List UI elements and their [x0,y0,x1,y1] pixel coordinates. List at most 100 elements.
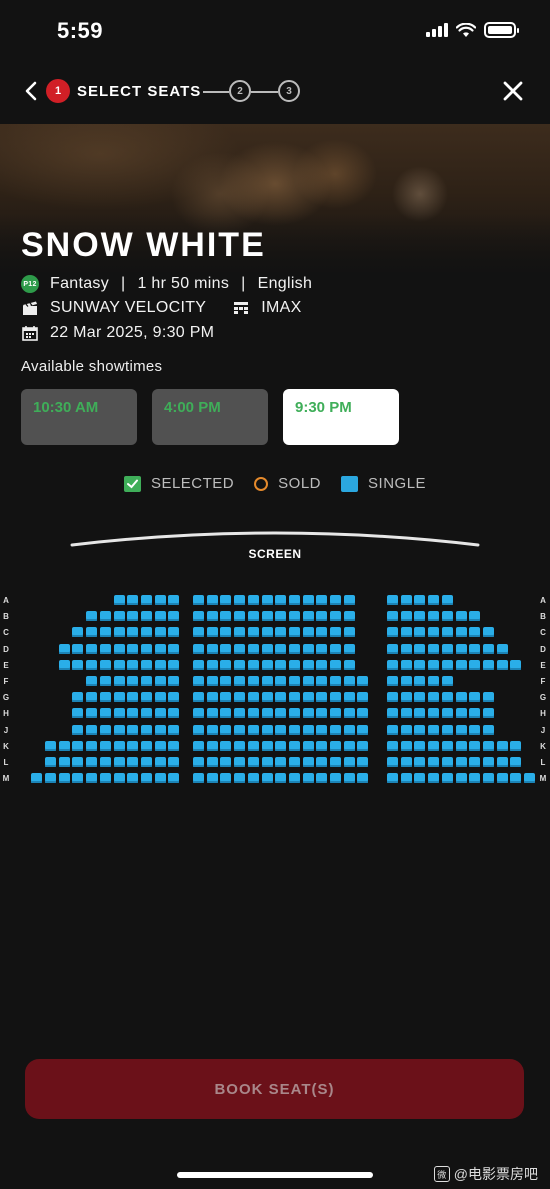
seat-D-left-3[interactable] [86,644,97,654]
seat-E-right-7[interactable] [469,660,480,670]
seat-D-right-5[interactable] [442,644,453,654]
seat-E-left-9[interactable] [168,660,179,670]
seat-J-right-4[interactable] [428,725,439,735]
seat-G-right-4[interactable] [428,692,439,702]
seat-D-right-1[interactable] [387,644,398,654]
seat-D-center-2[interactable] [207,644,218,654]
seat-E-right-2[interactable] [401,660,412,670]
seat-L-center-6[interactable] [262,757,273,767]
seat-G-right-7[interactable] [469,692,480,702]
seat-L-center-7[interactable] [275,757,286,767]
seat-E-center-9[interactable] [303,660,314,670]
seat-M-left-9[interactable] [141,773,152,783]
seat-H-center-3[interactable] [220,708,231,718]
seat-J-center-2[interactable] [207,725,218,735]
seat-K-left-8[interactable] [141,741,152,751]
seat-J-right-8[interactable] [483,725,494,735]
seat-C-center-4[interactable] [234,627,245,637]
seat-G-left-4[interactable] [114,692,125,702]
seat-A-center-8[interactable] [289,595,300,605]
seat-M-right-6[interactable] [456,773,467,783]
seat-J-center-11[interactable] [330,725,341,735]
seat-K-left-2[interactable] [59,741,70,751]
seat-B-right-2[interactable] [401,611,412,621]
seat-K-right-4[interactable] [428,741,439,751]
seat-J-center-5[interactable] [248,725,259,735]
seat-H-left-8[interactable] [168,708,179,718]
seat-M-center-10[interactable] [316,773,327,783]
seat-C-center-11[interactable] [330,627,341,637]
seat-C-center-9[interactable] [303,627,314,637]
seat-L-left-10[interactable] [168,757,179,767]
seat-M-left-7[interactable] [114,773,125,783]
seat-A-left-3[interactable] [141,595,152,605]
seat-E-right-3[interactable] [414,660,425,670]
seat-L-left-3[interactable] [72,757,83,767]
seat-G-left-8[interactable] [168,692,179,702]
seat-J-center-9[interactable] [303,725,314,735]
seat-L-right-8[interactable] [483,757,494,767]
seat-D-center-9[interactable] [303,644,314,654]
seat-B-left-2[interactable] [100,611,111,621]
seat-A-center-6[interactable] [262,595,273,605]
seat-E-left-7[interactable] [141,660,152,670]
seat-C-center-2[interactable] [207,627,218,637]
seat-F-center-2[interactable] [207,676,218,686]
seat-J-center-8[interactable] [289,725,300,735]
seat-D-right-7[interactable] [469,644,480,654]
seat-M-left-11[interactable] [168,773,179,783]
seat-A-center-10[interactable] [316,595,327,605]
seat-J-center-10[interactable] [316,725,327,735]
seat-L-left-6[interactable] [114,757,125,767]
seat-L-center-2[interactable] [207,757,218,767]
seat-D-right-4[interactable] [428,644,439,654]
seat-H-left-4[interactable] [114,708,125,718]
seat-C-left-8[interactable] [168,627,179,637]
seat-L-right-4[interactable] [428,757,439,767]
seat-C-right-8[interactable] [483,627,494,637]
seat-M-right-4[interactable] [428,773,439,783]
seat-A-right-2[interactable] [401,595,412,605]
seat-F-center-6[interactable] [262,676,273,686]
seat-A-left-2[interactable] [127,595,138,605]
seat-C-right-4[interactable] [428,627,439,637]
seat-M-right-8[interactable] [483,773,494,783]
seat-F-right-4[interactable] [428,676,439,686]
seat-G-center-12[interactable] [344,692,355,702]
seat-M-left-8[interactable] [127,773,138,783]
seat-J-center-12[interactable] [344,725,355,735]
seat-D-right-8[interactable] [483,644,494,654]
seat-M-center-5[interactable] [248,773,259,783]
seat-M-center-12[interactable] [344,773,355,783]
seat-E-right-5[interactable] [442,660,453,670]
seat-F-left-4[interactable] [127,676,138,686]
seat-K-center-3[interactable] [220,741,231,751]
seat-F-center-13[interactable] [357,676,368,686]
seat-C-left-4[interactable] [114,627,125,637]
seat-G-center-10[interactable] [316,692,327,702]
seat-E-right-6[interactable] [456,660,467,670]
seat-E-left-6[interactable] [127,660,138,670]
seat-A-center-4[interactable] [234,595,245,605]
seat-L-left-8[interactable] [141,757,152,767]
seat-C-left-3[interactable] [100,627,111,637]
seat-A-center-11[interactable] [330,595,341,605]
seat-M-right-1[interactable] [387,773,398,783]
seat-J-left-1[interactable] [72,725,83,735]
seat-L-center-11[interactable] [330,757,341,767]
seat-M-center-3[interactable] [220,773,231,783]
seat-D-center-3[interactable] [220,644,231,654]
seat-H-right-7[interactable] [469,708,480,718]
seat-B-center-5[interactable] [248,611,259,621]
seat-C-right-7[interactable] [469,627,480,637]
seat-F-center-12[interactable] [344,676,355,686]
seat-H-center-9[interactable] [303,708,314,718]
seat-M-right-5[interactable] [442,773,453,783]
showtime-option[interactable]: 10:30 AM [21,389,137,445]
seat-F-left-2[interactable] [100,676,111,686]
seat-F-left-1[interactable] [86,676,97,686]
seat-B-center-12[interactable] [344,611,355,621]
seat-G-center-3[interactable] [220,692,231,702]
seat-C-left-2[interactable] [86,627,97,637]
seat-G-right-8[interactable] [483,692,494,702]
